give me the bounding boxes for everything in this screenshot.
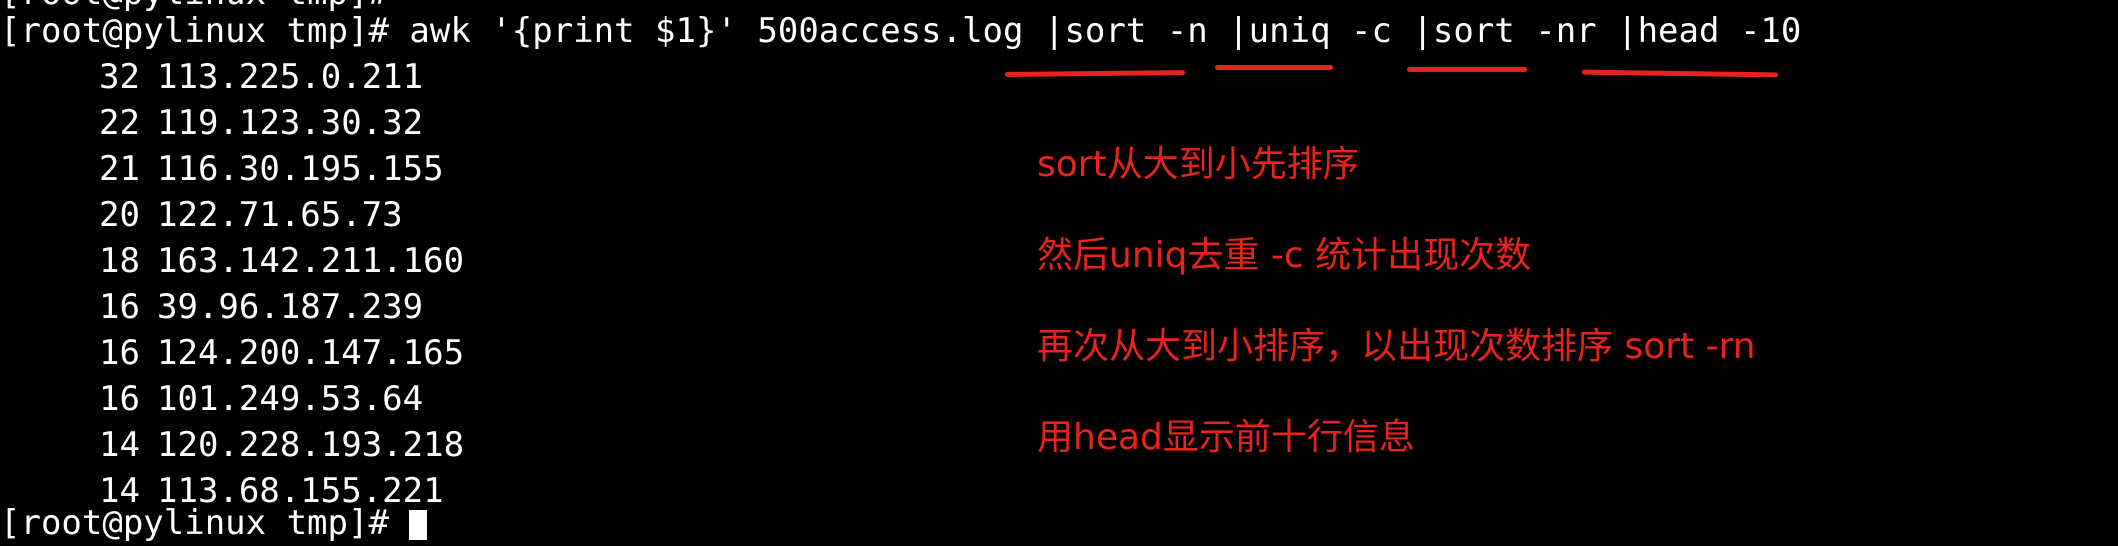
request-count: 18 bbox=[99, 241, 140, 281]
request-count: 16 bbox=[99, 379, 140, 419]
annotation-head-note: 用head显示前十行信息 bbox=[1037, 417, 1415, 458]
annotation-uniq-note: 然后uniq去重 -c 统计出现次数 bbox=[1037, 235, 1532, 276]
request-count: 20 bbox=[99, 195, 140, 235]
output-row: 32 113.225.0.211 bbox=[96, 54, 464, 100]
underline-uniq-c bbox=[1215, 65, 1333, 70]
ip-address: 101.249.53.64 bbox=[157, 379, 424, 419]
underline-sort-n bbox=[1004, 70, 1186, 77]
ip-address: 116.30.195.155 bbox=[157, 149, 444, 189]
ip-address: 120.228.193.218 bbox=[157, 425, 465, 465]
cursor-block bbox=[409, 509, 428, 540]
request-count: 21 bbox=[99, 149, 140, 189]
output-row: 22 119.123.30.32 bbox=[96, 100, 464, 146]
ip-address: 124.200.147.165 bbox=[157, 333, 465, 373]
ip-address: 39.96.187.239 bbox=[157, 287, 424, 327]
ip-address: 122.71.65.73 bbox=[157, 195, 403, 235]
request-count: 22 bbox=[99, 103, 140, 143]
command-line: [root@pylinux tmp]# awk '{print $1}' 500… bbox=[0, 8, 1801, 54]
terminal-window[interactable]: [root@pylinux tmp]# [root@pylinux tmp]# … bbox=[0, 0, 2118, 543]
underline-head-10 bbox=[1581, 69, 1779, 78]
ip-address: 163.142.211.160 bbox=[157, 241, 465, 281]
output-row: 20 122.71.65.73 bbox=[96, 192, 464, 238]
output-row: 14 120.228.193.218 bbox=[96, 422, 464, 468]
output-row: 16 39.96.187.239 bbox=[96, 284, 464, 330]
ip-address: 113.225.0.211 bbox=[157, 57, 424, 97]
annotation-sort-rn-note: 再次从大到小排序，以出现次数排序 sort -rn bbox=[1037, 326, 1756, 367]
shell-prompt: [root@pylinux tmp]# bbox=[0, 503, 410, 543]
command-output: 32 113.225.0.211 22 119.123.30.32 21 116.30… bbox=[96, 54, 464, 514]
annotation-sort-note: sort从大到小先排序 bbox=[1037, 144, 1359, 185]
output-row: 21 116.30.195.155 bbox=[96, 146, 464, 192]
annotation-notes: sort从大到小先排序 然后uniq去重 -c 统计出现次数 再次从大到小排序，… bbox=[1037, 142, 1756, 506]
ip-address: 119.123.30.32 bbox=[157, 103, 424, 143]
request-count: 16 bbox=[99, 287, 140, 327]
next-prompt-line: [root@pylinux tmp]# bbox=[0, 500, 428, 546]
command-text: awk '{print $1}' 500access.log |sort -n … bbox=[409, 11, 1802, 51]
output-row: 16 101.249.53.64 bbox=[96, 376, 464, 422]
output-row: 16 124.200.147.165 bbox=[96, 330, 464, 376]
shell-prompt: [root@pylinux tmp]# bbox=[0, 11, 410, 51]
output-row: 18 163.142.211.160 bbox=[96, 238, 464, 284]
request-count: 16 bbox=[99, 333, 140, 373]
underline-sort-nr bbox=[1407, 67, 1527, 72]
request-count: 32 bbox=[99, 57, 140, 97]
request-count: 14 bbox=[99, 425, 140, 465]
